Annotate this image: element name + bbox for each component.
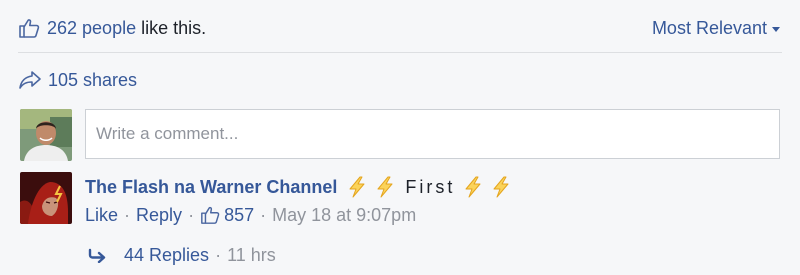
thumbs-up-icon xyxy=(200,205,220,225)
comment-body: The Flash na Warner Channel First xyxy=(85,173,519,201)
comment-timestamp[interactable]: May 18 at 9:07pm xyxy=(272,205,416,226)
lightning-bolt-icon xyxy=(347,176,367,198)
separator-dot: · xyxy=(260,204,267,225)
reply-button[interactable]: Reply xyxy=(136,205,182,226)
comment-actions: Like · Reply · 857 · May 18 at 9:07pm xyxy=(85,202,416,228)
avatar[interactable] xyxy=(20,172,72,224)
comment-text: First xyxy=(405,176,456,197)
separator-dot: · xyxy=(188,204,195,225)
sort-dropdown[interactable]: Most Relevant xyxy=(652,14,780,42)
likers-link[interactable]: 262 people xyxy=(47,18,136,39)
lightning-bolt-icon xyxy=(491,176,511,198)
avatar[interactable] xyxy=(20,109,72,161)
divider xyxy=(18,52,782,53)
replies-age: 11 hrs xyxy=(227,244,276,265)
likes-suffix: like this. xyxy=(141,17,207,38)
comment-input[interactable] xyxy=(85,109,780,159)
thumbs-up-icon[interactable] xyxy=(18,17,40,39)
like-button[interactable]: Like xyxy=(85,205,118,226)
replies-label[interactable]: 44 Replies xyxy=(124,245,209,266)
chevron-down-icon xyxy=(772,26,780,32)
lightning-bolt-icon xyxy=(463,176,483,198)
share-arrow-icon xyxy=(18,69,42,91)
separator-dot: · xyxy=(124,204,131,225)
lightning-bolt-icon xyxy=(375,176,395,198)
replies-toggle[interactable]: 44 Replies · 11 hrs xyxy=(88,242,276,268)
shares-label: 105 shares xyxy=(48,69,138,90)
comment-author[interactable]: The Flash na Warner Channel xyxy=(85,177,337,198)
separator-dot: · xyxy=(215,244,222,265)
comments-section: 262 people like this. Most Relevant 105 … xyxy=(0,0,800,275)
shares-link[interactable]: 105 shares xyxy=(18,66,137,94)
sort-label: Most Relevant xyxy=(651,17,767,38)
like-count: 857 xyxy=(224,204,255,225)
likes-summary: 262 people like this. xyxy=(18,14,206,42)
comment-like-count[interactable]: 857 xyxy=(200,205,254,226)
reply-arrow-icon xyxy=(88,247,108,263)
